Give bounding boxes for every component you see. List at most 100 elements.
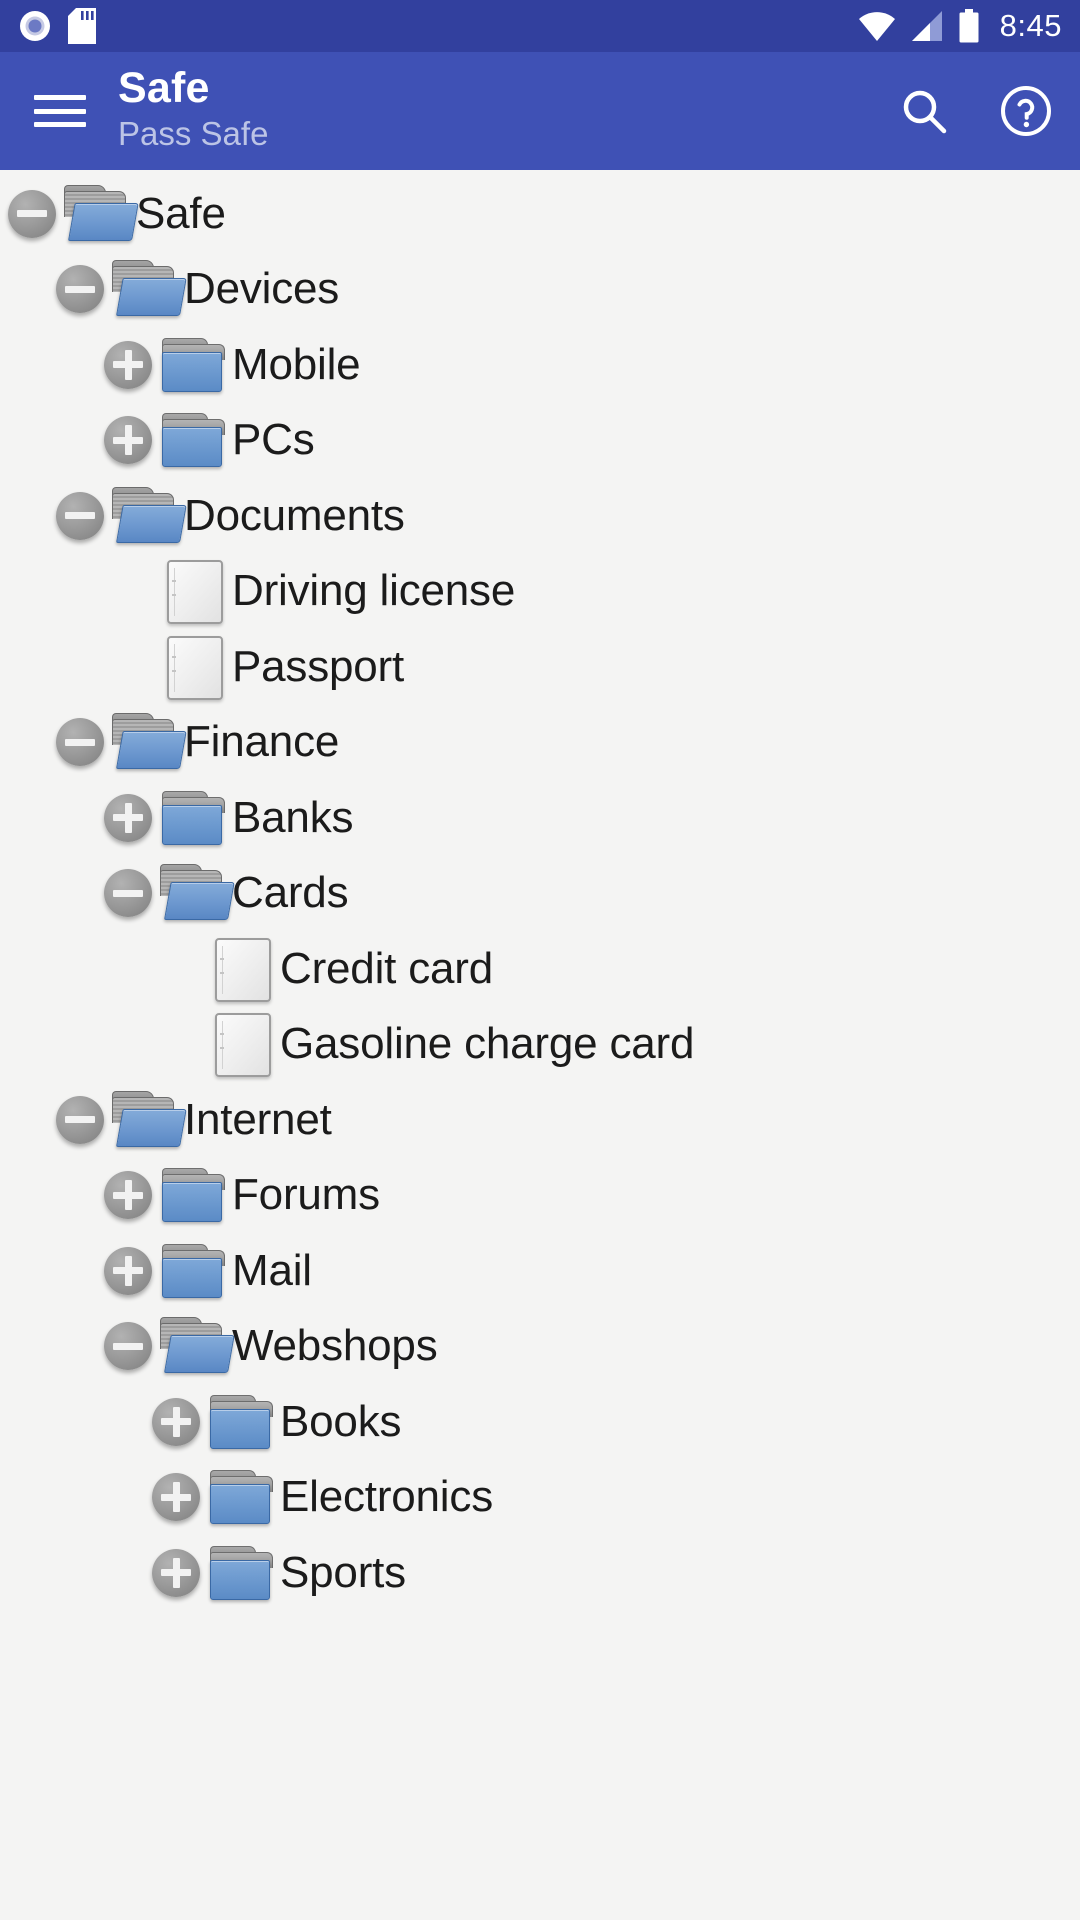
page-subtitle: Pass Safe — [118, 115, 269, 153]
tree-indent-spacer — [0, 742, 52, 743]
document-file-icon — [158, 634, 230, 700]
status-bar-right-icons: 8:45 — [858, 8, 1062, 44]
tree-row[interactable]: Webshops — [0, 1309, 1080, 1385]
tree-row[interactable]: Credit card — [0, 931, 1080, 1007]
document-tick — [220, 971, 224, 974]
folder-front — [162, 351, 222, 392]
tree-indent-spacer — [0, 440, 100, 441]
document-margin-line — [222, 945, 223, 994]
collapse-minus-icon[interactable] — [52, 1092, 108, 1148]
tree-row-label: Credit card — [280, 943, 493, 993]
wifi-icon — [858, 12, 895, 41]
tree-row[interactable]: Forums — [0, 1158, 1080, 1234]
tree-row-label: Driving license — [232, 566, 516, 616]
tree-row[interactable]: Banks — [0, 780, 1080, 856]
tree-row[interactable]: Internet — [0, 1082, 1080, 1158]
tree-indent-spacer — [0, 666, 100, 667]
sd-card-icon — [68, 8, 96, 44]
folder-closed-icon — [158, 785, 230, 851]
tree-indent-spacer — [0, 817, 100, 818]
collapse-minus-icon[interactable] — [100, 1318, 156, 1374]
battery-icon — [959, 9, 979, 43]
expander-vertical-bar — [172, 1557, 180, 1588]
tree-indent-spacer — [0, 1421, 148, 1422]
folder-front — [162, 427, 222, 468]
folder-tree[interactable]: Safe Devices Mobile PCs Documents Driving lic… — [0, 170, 1080, 1920]
collapse-minus-icon[interactable] — [52, 488, 108, 544]
expander-vertical-bar — [172, 1482, 180, 1513]
folder-front — [164, 1335, 235, 1374]
collapse-minus-icon[interactable] — [52, 261, 108, 317]
tree-row-label: Sports — [280, 1547, 406, 1597]
folder-closed-icon — [206, 1540, 278, 1606]
collapse-minus-icon[interactable] — [100, 865, 156, 921]
tree-row-label: Finance — [184, 717, 340, 767]
document-tick — [172, 580, 176, 583]
tree-row[interactable]: Driving license — [0, 554, 1080, 630]
expand-plus-icon[interactable] — [100, 412, 156, 468]
expand-plus-icon[interactable] — [100, 1167, 156, 1223]
tree-row-label: Internet — [184, 1094, 332, 1144]
expand-plus-icon[interactable] — [148, 1545, 204, 1601]
tree-row-label: Cards — [232, 868, 349, 918]
tree-row-label: Safe — [136, 188, 226, 238]
tree-row[interactable]: Gasoline charge card — [0, 1007, 1080, 1083]
hamburger-menu-icon[interactable] — [34, 91, 86, 131]
folder-open-icon — [110, 256, 187, 322]
tree-row[interactable]: Electronics — [0, 1460, 1080, 1536]
tree-indent-spacer — [0, 968, 148, 969]
document-margin-line — [222, 1021, 223, 1070]
collapse-minus-icon[interactable] — [52, 714, 108, 770]
folder-closed-icon — [206, 1389, 278, 1455]
folder-front — [164, 882, 235, 921]
folder-closed-icon — [158, 1238, 230, 1304]
collapse-minus-icon[interactable] — [4, 186, 60, 242]
tree-row[interactable]: Mobile — [0, 327, 1080, 403]
status-bar-left-icons — [18, 8, 96, 44]
tree-indent-spacer — [0, 289, 52, 290]
tree-row-label: Electronics — [280, 1472, 493, 1522]
tree-row[interactable]: Books — [0, 1384, 1080, 1460]
expand-plus-icon[interactable] — [100, 1243, 156, 1299]
page-title: Safe — [118, 64, 210, 113]
expand-plus-icon[interactable] — [148, 1394, 204, 1450]
document-page — [215, 937, 271, 1002]
document-tick — [220, 1033, 224, 1036]
tree-expander-placeholder — [100, 639, 156, 695]
expand-plus-icon[interactable] — [148, 1469, 204, 1525]
tree-row[interactable]: Passport — [0, 629, 1080, 705]
tree-row-label: Mobile — [232, 339, 361, 389]
tree-row[interactable]: Mail — [0, 1233, 1080, 1309]
document-tick — [220, 1047, 224, 1050]
expander-horizontal-bar — [65, 1116, 95, 1124]
expander-horizontal-bar — [65, 285, 95, 293]
help-button[interactable] — [998, 83, 1054, 139]
tree-indent-spacer — [0, 1346, 100, 1347]
tree-indent-spacer — [0, 1044, 148, 1045]
folder-open-icon — [110, 1087, 187, 1153]
document-page — [215, 1013, 271, 1078]
folder-front — [116, 278, 187, 317]
folder-front — [68, 202, 139, 241]
tree-row[interactable]: Sports — [0, 1535, 1080, 1611]
tree-row[interactable]: Finance — [0, 705, 1080, 781]
tree-indent-spacer — [0, 1572, 148, 1573]
expand-plus-icon[interactable] — [100, 790, 156, 846]
expander-vertical-bar — [124, 349, 132, 380]
tree-row[interactable]: PCs — [0, 403, 1080, 479]
tree-row[interactable]: Cards — [0, 856, 1080, 932]
app-bar-actions — [896, 83, 1054, 139]
tree-row-label: Books — [280, 1396, 402, 1446]
document-tick — [172, 594, 176, 597]
expand-plus-icon[interactable] — [100, 337, 156, 393]
status-bar-clock: 8:45 — [999, 8, 1062, 43]
tree-row[interactable]: Devices — [0, 252, 1080, 328]
search-button[interactable] — [896, 83, 952, 139]
tree-row[interactable]: Safe — [0, 176, 1080, 252]
folder-front — [116, 504, 187, 543]
tree-indent-spacer — [0, 591, 100, 592]
document-file-icon — [158, 558, 230, 625]
expander-vertical-bar — [124, 802, 132, 833]
tree-row[interactable]: Documents — [0, 478, 1080, 554]
expander-vertical-bar — [124, 425, 132, 456]
